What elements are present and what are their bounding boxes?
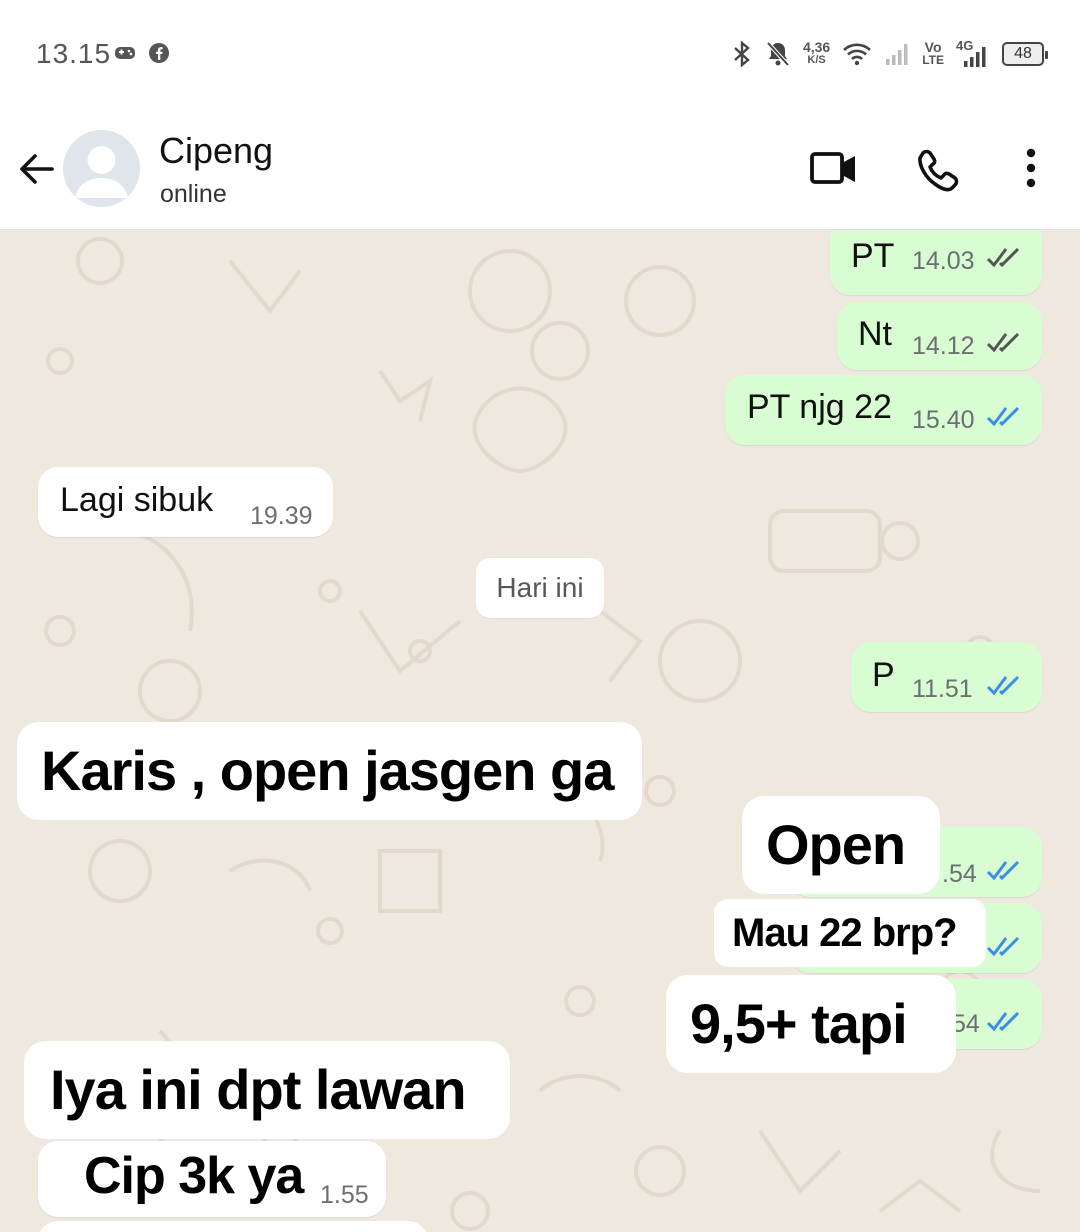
- message-time: 54: [952, 1010, 980, 1038]
- network-speed: 4,36 K/S: [802, 39, 831, 66]
- bluetooth-icon: [734, 40, 750, 68]
- avatar[interactable]: [63, 130, 140, 207]
- contact-name[interactable]: Cipeng: [159, 130, 273, 172]
- message-text: PT: [851, 237, 895, 275]
- status-indicators: 4,36 K/S Vo LTE 4G 48: [731, 36, 1048, 72]
- sticker-text: Cip 3k ya: [62, 1145, 318, 1207]
- voice-call-icon[interactable]: [914, 146, 964, 196]
- back-arrow-icon[interactable]: [14, 146, 60, 192]
- default-avatar-icon: [75, 146, 128, 198]
- double-tick-read-icon: [986, 936, 1020, 957]
- message-time: 14.03: [912, 247, 975, 275]
- double-tick-read-icon: [986, 1011, 1020, 1032]
- chat-header: Cipeng online: [0, 108, 1080, 230]
- message-text: Lagi sibuk: [60, 481, 214, 519]
- sticker-text: Iya ini dpt lawan: [24, 1041, 510, 1139]
- battery-indicator: 48: [1002, 42, 1048, 66]
- double-tick-icon: [986, 332, 1020, 353]
- video-call-icon[interactable]: [808, 146, 860, 192]
- message-time: 1.55: [320, 1181, 369, 1209]
- sticker-text: Open: [742, 796, 940, 894]
- gamepad-icon: [115, 47, 135, 59]
- message-bubble-outgoing[interactable]: P 11.51: [851, 642, 1042, 712]
- message-time: 11.51: [912, 675, 973, 703]
- message-time: 19.39: [250, 502, 313, 530]
- status-bar: 13.15 4,36 K/S Vo LTE 4G 48: [0, 0, 1080, 108]
- facebook-icon: [149, 43, 169, 63]
- sticker-text: Mau 22 brp?: [714, 899, 986, 967]
- message-text: PT njg 22: [747, 388, 892, 426]
- sticker-text: Karis , open jasgen ga: [17, 722, 642, 820]
- message-text: P: [872, 656, 895, 694]
- message-bubble-outgoing[interactable]: PT njg 22 15.40: [725, 375, 1042, 445]
- volte-indicator: Vo LTE: [922, 39, 944, 67]
- chat-area[interactable]: PT 14.03 Nt 14.12 PT njg 22 15.40 Lagi s…: [0, 231, 1080, 1232]
- signal-sim1-icon: [886, 44, 908, 65]
- sticker-text: 9,5+ tapi: [666, 975, 956, 1073]
- signal-sim2-icon: [964, 47, 986, 67]
- message-bubble-incoming[interactable]: [38, 1221, 428, 1232]
- wifi-icon: [843, 43, 872, 66]
- signal-sim2: 4G: [956, 39, 990, 69]
- contact-status: online: [160, 180, 227, 208]
- double-tick-read-icon: [986, 406, 1020, 427]
- message-time: 15.40: [912, 406, 975, 434]
- date-separator: Hari ini: [476, 558, 604, 618]
- more-options-icon[interactable]: [1016, 146, 1046, 192]
- message-time: 14.12: [912, 332, 975, 360]
- double-tick-read-icon: [986, 860, 1020, 881]
- message-bubble-outgoing[interactable]: Nt 14.12: [837, 302, 1042, 370]
- message-bubble-incoming[interactable]: Lagi sibuk 19.39: [38, 467, 333, 537]
- message-bubble-outgoing[interactable]: PT 14.03: [830, 231, 1042, 295]
- double-tick-icon: [986, 247, 1020, 268]
- message-text: Nt: [858, 315, 892, 353]
- double-tick-read-icon: [986, 675, 1020, 696]
- message-time: .54: [942, 860, 977, 888]
- status-time: 13.15: [36, 38, 112, 69]
- bell-muted-icon: [766, 41, 790, 67]
